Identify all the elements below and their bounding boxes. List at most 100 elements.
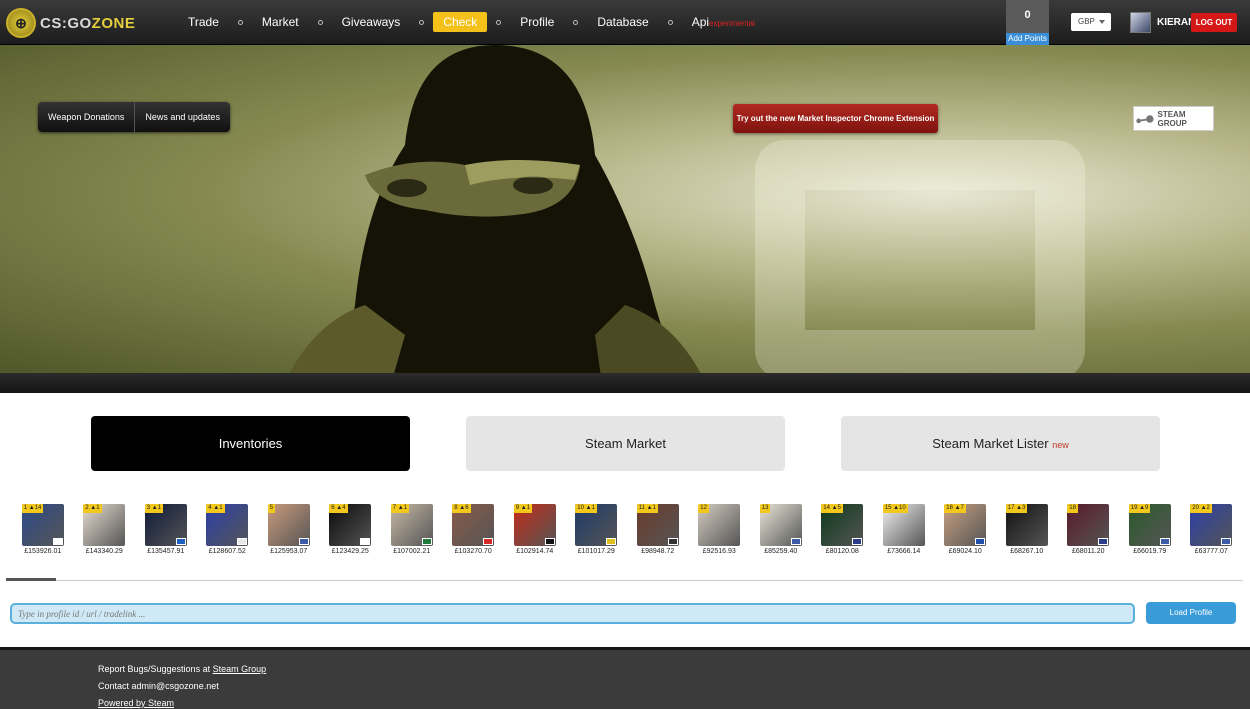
inventory-avatar[interactable]: 20 ▲2 [1190, 504, 1233, 546]
inventory-value: £92516.93 [702, 548, 736, 555]
inventory-item[interactable]: 10 ▲1 £101017.29 [566, 504, 628, 555]
inventory-item[interactable]: 12 £92516.93 [689, 504, 751, 555]
inventory-rank-badge: 10 ▲1 [575, 504, 597, 513]
inventory-item[interactable]: 4 ▲1 £128607.52 [197, 504, 259, 555]
footer-bugs: Report Bugs/Suggestions at Steam Group [98, 664, 266, 674]
nav-market[interactable]: Market [252, 12, 309, 32]
inventory-value: £125953.07 [270, 548, 308, 555]
nav-profile[interactable]: Profile [510, 12, 564, 32]
country-flag-icon [852, 538, 863, 545]
inventory-value: £73666.14 [887, 548, 921, 555]
inventory-avatar[interactable]: 15 ▲10 [882, 504, 925, 546]
inventory-avatar[interactable]: 2 ▲1 [83, 504, 126, 546]
inventory-avatar[interactable]: 17 ▲3 [1005, 504, 1048, 546]
inventory-value: £98948.72 [641, 548, 675, 555]
logo-text: CS:GOZONE [40, 14, 136, 32]
inventory-avatar[interactable]: 11 ▲1 [636, 504, 679, 546]
inventory-rank-badge: 20 ▲2 [1190, 504, 1212, 513]
inventory-rank-badge: 5 [267, 504, 276, 513]
inventory-rank-badge: 9 ▲1 [513, 504, 533, 513]
inventory-item[interactable]: 7 ▲1 £107002.21 [381, 504, 443, 555]
top-inventories-list: 1 ▲14 £153926.01 2 ▲1 £143340.29 3 ▲1 £135457… [12, 504, 1242, 555]
inventory-rank-badge: 17 ▲3 [1005, 504, 1028, 513]
country-flag-icon [606, 538, 617, 545]
nav-database[interactable]: Database [587, 12, 658, 32]
inventory-rank-badge: 13 [759, 504, 771, 513]
inventory-item[interactable]: 2 ▲1 £143340.29 [74, 504, 136, 555]
inventory-avatar[interactable]: 7 ▲1 [390, 504, 433, 546]
inventory-item[interactable]: 17 ▲3 £68267.10 [996, 504, 1058, 555]
nav-trade[interactable]: Trade [178, 12, 229, 32]
inventory-avatar[interactable]: 8 ▲6 [452, 504, 495, 546]
inventory-item[interactable]: 9 ▲1 £102914.74 [504, 504, 566, 555]
market-inspector-promo-button[interactable]: Try out the new Market Inspector Chrome … [733, 104, 938, 133]
inventory-rank-badge: 3 ▲1 [144, 504, 164, 513]
currency-select[interactable]: GBP [1071, 13, 1111, 31]
profile-search-input[interactable] [10, 603, 1135, 624]
inventory-avatar[interactable]: 13 [759, 504, 802, 546]
inventory-item[interactable]: 14 ▲5 £80120.08 [812, 504, 874, 555]
inventory-rank-badge: 4 ▲1 [206, 504, 225, 513]
inventory-item[interactable]: 1 ▲14 £153926.01 [12, 504, 74, 555]
country-flag-icon [1159, 538, 1170, 545]
site-logo[interactable]: ⊕ CS:GOZONE [6, 8, 135, 38]
inventory-avatar[interactable]: 16 ▲7 [944, 504, 987, 546]
inventory-item[interactable]: 18 £68011.20 [1058, 504, 1120, 555]
inventory-avatar[interactable]: 18 [1067, 504, 1110, 546]
inventory-avatar[interactable]: 9 ▲1 [513, 504, 556, 546]
tab-steam-market-lister[interactable]: Steam Market Lister new [841, 416, 1160, 471]
inventory-item[interactable]: 3 ▲1 £135457.91 [135, 504, 197, 555]
inventory-avatar[interactable]: 10 ▲1 [575, 504, 618, 546]
footer-powered: Powered by Steam [98, 698, 174, 708]
add-points-button[interactable]: Add Points [1006, 33, 1049, 45]
country-flag-icon [237, 538, 248, 545]
steam-group-link[interactable]: Steam Group [213, 664, 267, 674]
country-flag-icon [483, 538, 494, 545]
inventory-item[interactable]: 5 £125953.07 [258, 504, 320, 555]
inventory-item[interactable]: 11 ▲1 £98948.72 [627, 504, 689, 555]
nav-giveaways[interactable]: Giveaways [332, 12, 411, 32]
steam-group-button[interactable]: STEAM GROUP [1133, 106, 1214, 131]
inventory-rank-badge: 16 ▲7 [944, 504, 966, 513]
username[interactable]: KIERAN [1157, 17, 1195, 28]
weapon-donations-tab[interactable]: Weapon Donations [38, 102, 134, 132]
inventory-avatar[interactable]: 5 [267, 504, 310, 546]
nav-check[interactable]: Check [433, 12, 488, 32]
nav-api[interactable]: Apiexperimental [682, 12, 765, 32]
logout-button[interactable]: LOG OUT [1191, 13, 1237, 32]
inventory-avatar[interactable]: 3 ▲1 [144, 504, 187, 546]
inventory-avatar[interactable]: 12 [698, 504, 741, 546]
inventory-avatar[interactable]: 6 ▲4 [329, 504, 372, 546]
inventory-item[interactable]: 6 ▲4 £123429.25 [320, 504, 382, 555]
inventory-item[interactable]: 13 £85259.40 [750, 504, 812, 555]
inventory-avatar[interactable]: 1 ▲14 [21, 504, 64, 546]
scroll-indicator[interactable] [6, 578, 56, 581]
country-flag-icon [175, 538, 186, 545]
inventory-item[interactable]: 20 ▲2 £63777.07 [1181, 504, 1243, 555]
nav-api-label: Api [691, 15, 710, 29]
points-box: 0 Add Points [1006, 0, 1049, 45]
inventory-item[interactable]: 15 ▲10 £73666.14 [873, 504, 935, 555]
load-profile-button[interactable]: Load Profile [1146, 602, 1236, 624]
inventory-avatar[interactable]: 14 ▲5 [821, 504, 864, 546]
nav-separator [573, 19, 579, 25]
inventory-item[interactable]: 16 ▲7 £69024.10 [935, 504, 997, 555]
country-flag-icon [544, 538, 555, 545]
avatar[interactable] [1130, 12, 1151, 33]
country-flag-icon [1098, 538, 1109, 545]
tab-steam-market[interactable]: Steam Market [466, 416, 785, 471]
news-tab[interactable]: News and updates [134, 102, 230, 132]
top-bar: ⊕ CS:GOZONE Trade Market Giveaways Check… [0, 0, 1250, 45]
inventory-item[interactable]: 8 ▲6 £103270.70 [443, 504, 505, 555]
inventory-avatar[interactable]: 4 ▲1 [206, 504, 249, 546]
footer-contact: Contact admin@csgozone.net [98, 681, 219, 691]
inventory-avatar[interactable]: 19 ▲9 [1128, 504, 1171, 546]
powered-by-steam-link[interactable]: Powered by Steam [98, 698, 174, 708]
inventory-value: £123429.25 [331, 548, 369, 555]
inventory-item[interactable]: 19 ▲9 £66019.79 [1119, 504, 1181, 555]
inventory-rank-badge: 15 ▲10 [882, 504, 908, 513]
nav-separator [667, 19, 673, 25]
tab-inventories[interactable]: Inventories [91, 416, 410, 471]
country-flag-icon [1221, 538, 1232, 545]
hero-bottom-bar [0, 373, 1250, 393]
